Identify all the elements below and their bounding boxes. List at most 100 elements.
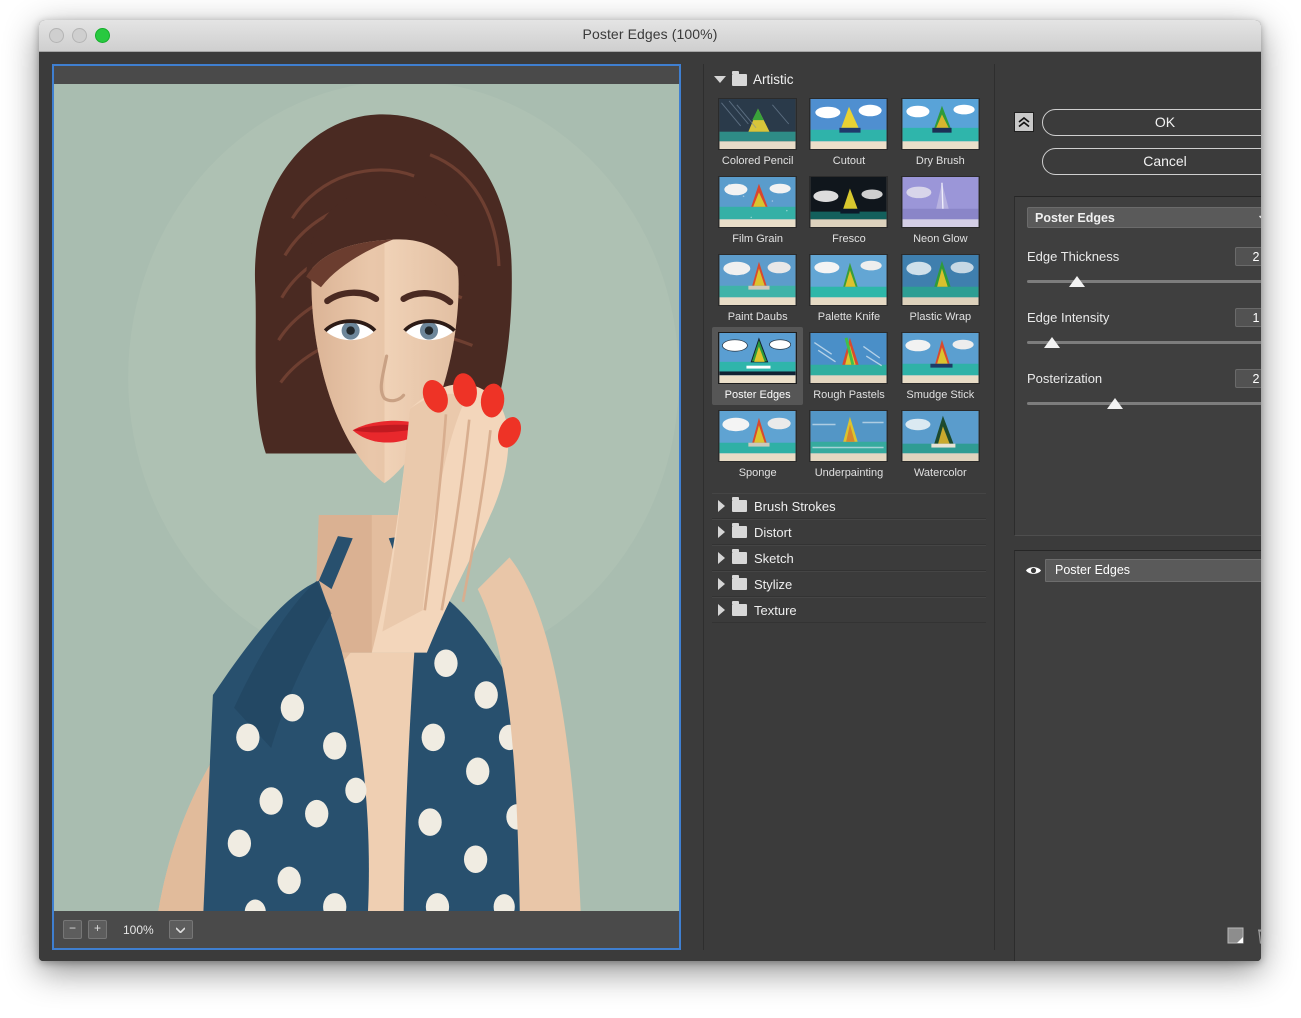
category-artistic-label: Artistic (753, 72, 794, 87)
slider-thumb[interactable] (1044, 337, 1060, 348)
filter-item-fresco[interactable]: Fresco (803, 171, 894, 249)
window-titlebar: Poster Edges (100%) (39, 20, 1261, 52)
filter-label: Rough Pastels (813, 389, 885, 401)
delete-effect-layer-button[interactable] (1258, 927, 1261, 949)
folder-icon (732, 601, 747, 616)
filter-thumbnail (809, 254, 889, 306)
filter-item-cutout[interactable]: Cutout (803, 93, 894, 171)
param-slider[interactable] (1027, 336, 1261, 350)
filter-item-film-grain[interactable]: Film Grain (712, 171, 803, 249)
filter-label: Palette Knife (817, 311, 881, 323)
filter-label: Cutout (832, 155, 866, 167)
filter-item-underpainting[interactable]: Underpainting (803, 405, 894, 483)
filter-thumbnail-grid: Colored Pencil Cutout Dry Brush Film Gra… (704, 93, 994, 483)
category-label: Sketch (754, 550, 794, 566)
filter-thumbnail (718, 176, 798, 228)
param-edge-thickness: Edge Thickness 2 (1027, 247, 1261, 289)
preview-canvas[interactable] (54, 84, 679, 912)
category-stylize[interactable]: Stylize (712, 571, 986, 597)
filter-label: Neon Glow (913, 233, 968, 245)
dialog-buttons: OK Cancel (1004, 64, 1261, 175)
filter-label: Paint Daubs (727, 311, 788, 323)
category-label: Texture (754, 602, 797, 618)
filter-item-dry-brush[interactable]: Dry Brush (895, 93, 986, 171)
filter-label: Plastic Wrap (909, 311, 972, 323)
param-label: Posterization (1027, 371, 1103, 386)
filter-select[interactable]: Poster Edges (1027, 207, 1261, 228)
param-posterization: Posterization 2 (1027, 369, 1261, 411)
filter-browser: Artistic Colored Pencil Cutout Dry Brush… (703, 64, 995, 950)
effect-layer-row[interactable]: Poster Edges (1021, 559, 1261, 582)
category-distort[interactable]: Distort (712, 519, 986, 545)
filter-parameters-panel: Poster Edges Edge Thickness 2 Edge Inten… (1014, 196, 1261, 536)
triangle-down-icon[interactable] (714, 76, 726, 83)
filter-item-palette-knife[interactable]: Palette Knife (803, 249, 894, 327)
param-value-field[interactable]: 2 (1235, 369, 1261, 388)
filter-item-sponge[interactable]: Sponge (712, 405, 803, 483)
settings-panel: OK Cancel Poster Edges Edge Thickness 2 (1004, 64, 1261, 961)
triangle-right-icon[interactable] (718, 500, 725, 512)
preview-pane[interactable]: − + 100% (52, 64, 681, 950)
filter-item-colored-pencil[interactable]: Colored Pencil (712, 93, 803, 171)
effect-layer-name[interactable]: Poster Edges (1045, 559, 1261, 582)
filter-item-paint-daubs[interactable]: Paint Daubs (712, 249, 803, 327)
filter-label: Watercolor (913, 467, 967, 479)
param-slider[interactable] (1027, 275, 1261, 289)
triangle-right-icon[interactable] (718, 552, 725, 564)
zoom-menu-button[interactable] (168, 920, 193, 939)
filter-item-plastic-wrap[interactable]: Plastic Wrap (895, 249, 986, 327)
filter-thumbnail (809, 332, 889, 384)
param-header: Edge Thickness 2 (1027, 247, 1261, 266)
param-header: Posterization 2 (1027, 369, 1261, 388)
category-texture[interactable]: Texture (712, 597, 986, 623)
preview-top-strip (54, 66, 679, 84)
folder-icon (732, 549, 747, 564)
category-artistic-header[interactable]: Artistic (704, 64, 994, 93)
slider-thumb[interactable] (1106, 398, 1123, 409)
filter-label: Film Grain (732, 233, 784, 245)
category-label: Stylize (754, 576, 793, 592)
filter-label: Dry Brush (915, 155, 965, 167)
new-effect-layer-button[interactable] (1227, 927, 1244, 949)
param-edge-intensity: Edge Intensity 1 (1027, 308, 1261, 350)
filter-item-neon-glow[interactable]: Neon Glow (895, 171, 986, 249)
zoom-in-button[interactable]: + (88, 920, 107, 939)
chevron-down-icon (176, 926, 186, 933)
ok-button[interactable]: OK (1042, 109, 1261, 136)
filter-label: Poster Edges (724, 389, 791, 401)
folder-icon (732, 523, 747, 538)
filter-label: Colored Pencil (721, 155, 794, 167)
filter-label: Underpainting (814, 467, 884, 479)
collapse-panel-button[interactable] (1014, 112, 1034, 132)
filter-thumbnail (809, 410, 889, 462)
filter-thumbnail (718, 332, 798, 384)
filter-item-poster-edges[interactable]: Poster Edges (712, 327, 804, 405)
collapsed-category-list: Brush Strokes Distort Sketch Stylize Tex… (704, 493, 994, 623)
triangle-right-icon[interactable] (718, 604, 725, 616)
param-value-field[interactable]: 2 (1235, 247, 1261, 266)
filter-item-smudge-stick[interactable]: Smudge Stick (895, 327, 986, 405)
layer-visibility-toggle[interactable] (1021, 565, 1045, 576)
chevron-down-icon (1259, 214, 1261, 218)
category-label: Distort (754, 524, 792, 540)
folder-icon (732, 70, 747, 86)
effect-layer-tools (1227, 927, 1261, 949)
param-slider[interactable] (1027, 397, 1261, 411)
triangle-right-icon[interactable] (718, 526, 725, 538)
slider-thumb[interactable] (1069, 276, 1085, 287)
double-chevron-up-icon (1018, 116, 1030, 127)
category-sketch[interactable]: Sketch (712, 545, 986, 571)
zoom-out-button[interactable]: − (63, 920, 82, 939)
filter-item-rough-pastels[interactable]: Rough Pastels (803, 327, 894, 405)
filter-gallery-window: Poster Edges (100%) − + 100% Artistic Co… (39, 20, 1261, 961)
category-brush-strokes[interactable]: Brush Strokes (712, 493, 986, 519)
filter-thumbnail (900, 254, 980, 306)
param-value-field[interactable]: 1 (1235, 308, 1261, 327)
param-header: Edge Intensity 1 (1027, 308, 1261, 327)
filter-thumbnail (900, 410, 980, 462)
filter-thumbnail (900, 332, 980, 384)
triangle-right-icon[interactable] (718, 578, 725, 590)
filter-item-watercolor[interactable]: Watercolor (895, 405, 986, 483)
zoom-level-label: 100% (123, 922, 154, 937)
cancel-button[interactable]: Cancel (1042, 148, 1261, 175)
